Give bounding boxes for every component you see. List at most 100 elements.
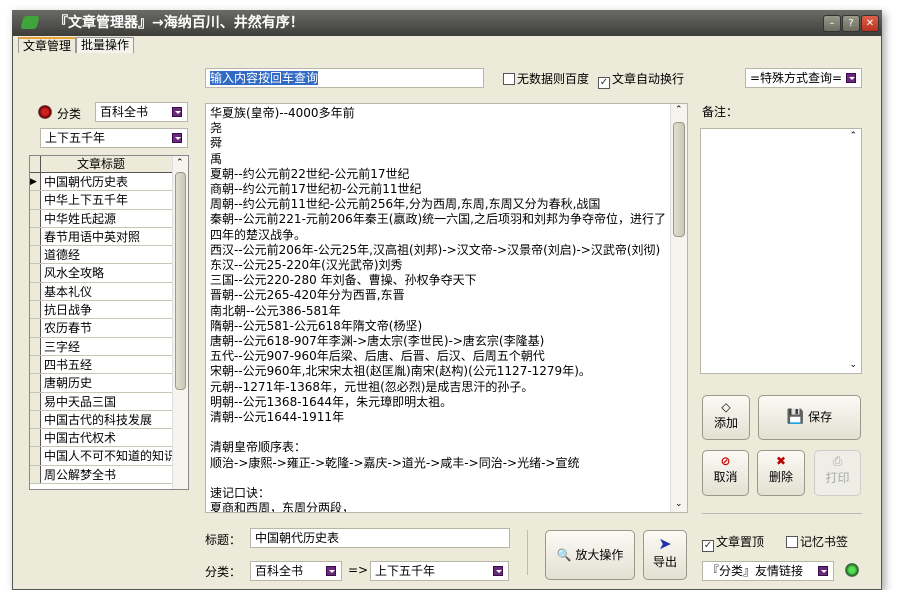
grid-cell-title: 唐朝历史 xyxy=(44,376,93,391)
checkbox-box xyxy=(786,536,798,548)
row-indicator[interactable] xyxy=(30,392,41,410)
save-button[interactable]: 💾 保存 xyxy=(758,395,861,440)
grid-row[interactable]: 抗日战争 xyxy=(30,301,172,320)
grid-row[interactable]: 易中天品三国 xyxy=(30,392,172,411)
category-label: 分类 xyxy=(57,107,82,121)
grid-cell-title: 三字经 xyxy=(44,339,81,354)
grid-row[interactable]: 农历春节 xyxy=(30,319,172,338)
magnifier-icon: 🔍 xyxy=(556,548,572,562)
help-button[interactable]: ? xyxy=(842,15,860,32)
title-label: 标题： xyxy=(205,533,242,547)
row-indicator[interactable] xyxy=(30,191,41,209)
grid-row[interactable]: 四书五经 xyxy=(30,355,172,375)
edit-subcategory-select[interactable]: 上下五千年 xyxy=(370,561,509,581)
grid-cell-title: 道德经 xyxy=(44,248,81,263)
grid-cell-title: 中国古代的科技发展 xyxy=(44,412,153,427)
row-indicator[interactable] xyxy=(30,227,41,246)
scroll-thumb[interactable] xyxy=(673,122,685,237)
dropdown-arrow-icon xyxy=(846,73,856,83)
row-indicator[interactable] xyxy=(30,246,41,264)
printer-icon: ⎙ xyxy=(832,454,843,468)
edit-category-label: 分类： xyxy=(205,565,242,579)
grid-cell-title: 中华上下五千年 xyxy=(44,193,129,208)
row-pointer-icon[interactable]: ▶ xyxy=(30,173,41,191)
row-indicator[interactable] xyxy=(30,319,41,337)
grid-header[interactable]: 文章标题 xyxy=(30,156,188,173)
check-icon: ✓ xyxy=(702,540,714,552)
links-select[interactable]: 『分类』友情链接 xyxy=(702,561,834,581)
scroll-down-icon[interactable]: ⌄ xyxy=(849,360,857,370)
grid-row[interactable]: ▶ 中国朝代历史表 xyxy=(30,173,172,192)
row-indicator[interactable] xyxy=(30,301,41,319)
grid-cell-title: 春节用语中英对照 xyxy=(44,229,141,244)
row-indicator[interactable] xyxy=(30,282,41,301)
minimize-button[interactable]: – xyxy=(823,15,841,32)
window-title: 『文章管理器』→海纳百川、井然有序！ xyxy=(54,15,304,31)
grid-scrollbar[interactable]: ⌃ xyxy=(172,156,188,489)
tab-article-management[interactable]: 文章管理 xyxy=(18,37,77,53)
grid-row[interactable]: 道德经 xyxy=(30,246,172,265)
grid-row[interactable]: 唐朝历史 xyxy=(30,374,172,393)
row-indicator[interactable] xyxy=(30,447,41,465)
edit-category-select[interactable]: 百科全书 xyxy=(250,561,342,581)
grid-row[interactable]: 中国古代的科技发展 xyxy=(30,410,172,430)
row-indicator[interactable] xyxy=(30,465,41,484)
zoom-operation-button[interactable]: 🔍 放大操作 xyxy=(545,530,635,580)
cancel-button[interactable]: ⊘ 取消 xyxy=(702,450,749,496)
grid-cell-title: 基本礼仪 xyxy=(44,284,93,299)
article-content-textarea[interactable]: 华夏族(皇帝)--4000多年前 尧 舜 禹 夏朝--约公元前22世纪-公元前1… xyxy=(205,103,688,513)
scroll-down-icon[interactable]: ⌄ xyxy=(675,499,683,509)
grid-row[interactable]: 中国古代权术 xyxy=(30,429,172,448)
print-button[interactable]: ⎙ 打印 xyxy=(814,450,861,496)
grid-row[interactable]: 中华上下五千年 xyxy=(30,191,172,210)
scroll-up-icon[interactable]: ⌃ xyxy=(176,158,184,168)
grid-row[interactable]: 风水全攻略 xyxy=(30,264,172,283)
close-button[interactable]: ✕ xyxy=(861,15,879,32)
check-icon: ✓ xyxy=(598,77,610,89)
scroll-thumb[interactable] xyxy=(175,172,186,390)
category-select[interactable]: 百科全书 xyxy=(95,102,188,122)
auto-wrap-checkbox[interactable]: ✓ 文章自动换行 xyxy=(598,70,684,89)
row-indicator[interactable] xyxy=(30,264,41,282)
title-input[interactable]: 中国朝代历史表 xyxy=(250,528,510,548)
bookmark-checkbox[interactable]: 记忆书签 xyxy=(786,533,848,550)
grid-row[interactable]: 基本礼仪 xyxy=(30,282,172,302)
grid-row[interactable]: 春节用语中英对照 xyxy=(30,227,172,247)
notes-label: 备注： xyxy=(702,105,739,119)
grid-cell-title: 风水全攻略 xyxy=(44,266,105,281)
row-indicator[interactable] xyxy=(30,429,41,447)
grid-row[interactable]: 周公解梦全书 xyxy=(30,465,172,485)
scroll-up-icon[interactable]: ⌃ xyxy=(675,105,683,115)
content-scrollbar[interactable]: ⌃ ⌄ xyxy=(670,104,687,512)
title-bar[interactable]: 『文章管理器』→海纳百川、井然有序！ xyxy=(12,10,882,36)
eraser-icon: ◇ xyxy=(721,400,731,414)
notes-textarea[interactable]: ⌃ ⌄ xyxy=(700,128,862,374)
add-button[interactable]: ◇ 添加 xyxy=(702,395,750,440)
scroll-up-icon[interactable]: ⌃ xyxy=(849,131,857,141)
tab-batch-operations[interactable]: 批量操作 xyxy=(76,37,135,53)
grid-cell-title: 抗日战争 xyxy=(44,303,93,318)
divider xyxy=(702,513,862,514)
category-radio[interactable] xyxy=(38,105,52,119)
subcategory-select[interactable]: 上下五千年 xyxy=(40,128,188,148)
dropdown-arrow-icon xyxy=(172,133,182,143)
divider xyxy=(527,530,528,575)
no-data-baidu-checkbox[interactable]: 无数据则百度 xyxy=(503,70,589,87)
grid-cell-title: 中华姓氏起源 xyxy=(44,211,117,226)
grid-row[interactable]: 中国人不可不知道的知识 xyxy=(30,447,176,466)
special-query-select[interactable]: =特殊方式查询= xyxy=(745,68,862,88)
grid-row[interactable]: 中华姓氏起源 xyxy=(30,209,172,228)
pin-article-checkbox[interactable]: ✓ 文章置顶 xyxy=(702,533,764,552)
article-grid: 文章标题 ▶ 中国朝代历史表 中华上下五千年 中华姓氏起源春节用语中英对照 道德经风水全… xyxy=(29,155,189,490)
row-indicator[interactable] xyxy=(30,410,41,429)
delete-button[interactable]: ✖ 删除 xyxy=(757,450,805,496)
row-indicator[interactable] xyxy=(30,337,41,355)
grid-row[interactable]: 三字经 xyxy=(30,337,172,356)
row-indicator[interactable] xyxy=(30,374,41,392)
grid-cell-title: 周公解梦全书 xyxy=(44,467,117,482)
export-button[interactable]: ➤ 导出 xyxy=(643,530,687,580)
row-indicator[interactable] xyxy=(30,209,41,227)
grid-cell-title: 易中天品三国 xyxy=(44,394,117,409)
search-input[interactable]: 输入内容按回车查询 xyxy=(205,68,484,88)
row-indicator[interactable] xyxy=(30,355,41,374)
